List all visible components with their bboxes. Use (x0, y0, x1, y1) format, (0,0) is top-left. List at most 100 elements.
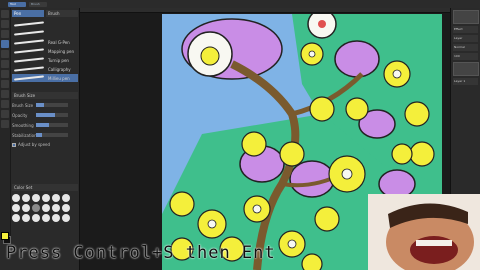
brush-name: Millieu pen (48, 75, 70, 81)
flower-center (287, 239, 297, 249)
prop-row-size[interactable]: Brush Size (12, 101, 78, 109)
tab-brush[interactable]: Brush (29, 2, 47, 7)
main-color-icon[interactable] (1, 232, 9, 240)
prop-slider-fill (36, 133, 43, 137)
pen-tool-icon[interactable] (1, 40, 9, 48)
color-swatch[interactable] (32, 214, 40, 222)
text-tool-icon[interactable] (1, 110, 9, 118)
eyedropper-tool-icon[interactable] (1, 120, 9, 128)
color-swatch[interactable] (62, 214, 70, 222)
yellow-flower (409, 141, 435, 167)
color-swatch[interactable] (12, 194, 20, 202)
prop-label: Smoothing (12, 122, 34, 128)
brush-stroke-preview (13, 66, 45, 72)
color-set-title: Color Set (12, 184, 78, 191)
prop-row-stabilization[interactable]: Stabilization (12, 131, 78, 139)
yellow-flower (241, 131, 267, 157)
color-swatch[interactable] (42, 204, 50, 212)
yellow-flower (391, 143, 413, 165)
checkbox-icon[interactable] (12, 142, 16, 147)
eraser-tool-icon[interactable] (1, 80, 9, 88)
brush-item[interactable]: Real G-Pen (12, 38, 78, 46)
right-panel-row[interactable]: Normal (453, 44, 478, 51)
ruler (80, 8, 450, 13)
tool-column (0, 8, 11, 238)
tool-property-panel: Brush Size Brush Size Opacity Smoothing … (12, 92, 78, 148)
brush-subtool-header: Pen Brush (12, 10, 78, 18)
color-swatch[interactable] (52, 204, 60, 212)
brush-stroke-preview (13, 30, 45, 36)
yellow-flower (301, 253, 323, 270)
tool-property-title: Brush Size (12, 92, 78, 99)
brush-item[interactable]: Turnip pen (12, 56, 78, 64)
yellow-flower (404, 101, 430, 127)
color-swatch[interactable] (22, 194, 30, 202)
brush-item[interactable] (12, 29, 78, 37)
navigator-thumbnail[interactable] (453, 10, 479, 24)
flower-center (207, 219, 217, 229)
prop-row-smoothing[interactable]: Smoothing (12, 121, 78, 129)
brush-name: Turnip pen (48, 57, 69, 63)
move-tool-icon[interactable] (1, 10, 9, 18)
color-swatch[interactable] (42, 214, 50, 222)
webcam-overlay (368, 194, 480, 270)
subtool-tab-brush[interactable]: Brush (46, 10, 78, 17)
color-set-panel: Color Set (12, 184, 78, 222)
color-swatch[interactable] (22, 214, 30, 222)
yellow-flower (345, 97, 369, 121)
flower-center (308, 50, 316, 58)
color-swatch[interactable] (32, 194, 40, 202)
brush-item[interactable] (12, 20, 78, 28)
brush-list: Real G-Pen Mapping pen Turnip pen Callig… (12, 20, 78, 83)
color-swatch[interactable] (12, 214, 20, 222)
yellow-flower (279, 141, 305, 167)
color-swatch[interactable] (62, 194, 70, 202)
prop-slider[interactable] (36, 123, 68, 127)
tab-tool[interactable]: Tool (8, 2, 26, 7)
checkbox-label: Adjust by speed (18, 142, 51, 147)
airbrush-tool-icon[interactable] (1, 70, 9, 78)
color-swatch[interactable] (42, 194, 50, 202)
brush-tool-icon[interactable] (1, 60, 9, 68)
prop-label: Brush Size (12, 102, 34, 108)
brush-item[interactable]: Calligraphy (12, 65, 78, 73)
color-swatch[interactable] (52, 214, 60, 222)
right-panel-row[interactable]: 100 (453, 53, 478, 60)
prop-slider[interactable] (36, 133, 68, 137)
subtitle-caption: Press Control+S then Ent (6, 243, 276, 263)
flower-center (252, 204, 262, 214)
right-panel-row[interactable]: Layer (453, 35, 478, 42)
layer-name[interactable]: Layer 1 (453, 78, 478, 85)
brush-name: Real G-Pen (48, 39, 70, 45)
pencil-tool-icon[interactable] (1, 50, 9, 58)
prop-row-opacity[interactable]: Opacity (12, 111, 78, 119)
adjust-by-speed-checkbox[interactable]: Adjust by speed (12, 141, 78, 148)
zoom-tool-icon[interactable] (1, 20, 9, 28)
prop-label: Stabilization (12, 132, 37, 138)
color-swatch[interactable] (32, 204, 40, 212)
flower-center (200, 46, 220, 66)
brush-item-selected[interactable]: Millieu pen (12, 74, 78, 82)
prop-slider[interactable] (36, 113, 68, 117)
prop-slider-fill (36, 123, 49, 127)
color-swatch[interactable] (62, 204, 70, 212)
prop-label: Opacity (12, 112, 28, 118)
yellow-flower (314, 206, 340, 232)
menu-bar: Tool Brush (0, 0, 480, 8)
brush-item[interactable]: Mapping pen (12, 47, 78, 55)
color-swatch[interactable] (12, 204, 20, 212)
yellow-flower (169, 191, 195, 217)
prop-slider-fill (36, 103, 44, 107)
fill-tool-icon[interactable] (1, 90, 9, 98)
flower-center (392, 69, 402, 79)
subtool-tab-pen[interactable]: Pen (12, 10, 44, 17)
select-tool-icon[interactable] (1, 30, 9, 38)
layer-thumbnail[interactable] (453, 62, 479, 76)
color-swatch[interactable] (22, 204, 30, 212)
color-swatch[interactable] (52, 194, 60, 202)
brush-name: Mapping pen (48, 48, 74, 54)
right-panel-row[interactable]: Effect (453, 26, 478, 33)
teeth-shape (416, 240, 452, 246)
gradient-tool-icon[interactable] (1, 100, 9, 108)
prop-slider[interactable] (36, 103, 68, 107)
